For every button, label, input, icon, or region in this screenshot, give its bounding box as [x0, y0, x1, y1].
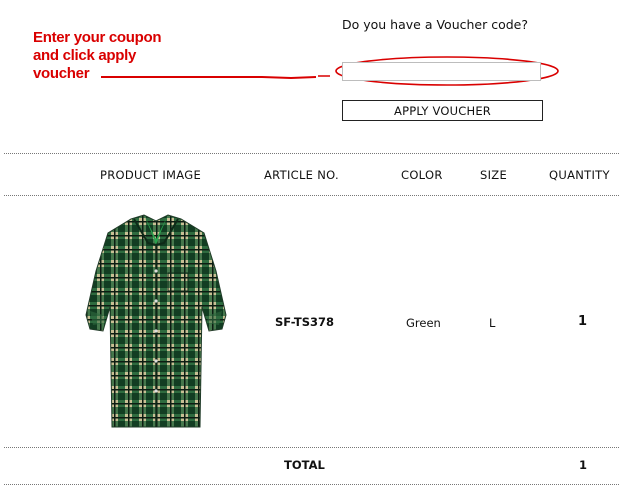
- article-no-cell: SF-TS378: [275, 315, 334, 329]
- annotation-pointer-line: [101, 76, 317, 80]
- header-size: SIZE: [480, 168, 508, 182]
- header-product-image: PRODUCT IMAGE: [100, 168, 202, 182]
- table-bottom-divider: [4, 484, 619, 485]
- voucher-code-input[interactable]: [342, 62, 541, 81]
- green-checked-shirt-image: [85, 214, 227, 428]
- total-label: TOTAL: [284, 458, 325, 472]
- voucher-question: Do you have a Voucher code?: [342, 17, 528, 32]
- quantity-cell: 1: [578, 314, 588, 329]
- size-cell: L: [489, 316, 496, 330]
- header-quantity: QUANTITY: [549, 168, 610, 182]
- header-color: COLOR: [401, 168, 443, 182]
- table-top-divider: [4, 153, 619, 154]
- total-divider: [4, 447, 619, 448]
- header-divider: [4, 195, 619, 196]
- header-article-no: ARTICLE NO.: [264, 168, 339, 182]
- color-cell: Green: [406, 316, 441, 330]
- apply-voucher-button[interactable]: APPLY VOUCHER: [342, 100, 543, 121]
- total-quantity: 1: [579, 458, 588, 472]
